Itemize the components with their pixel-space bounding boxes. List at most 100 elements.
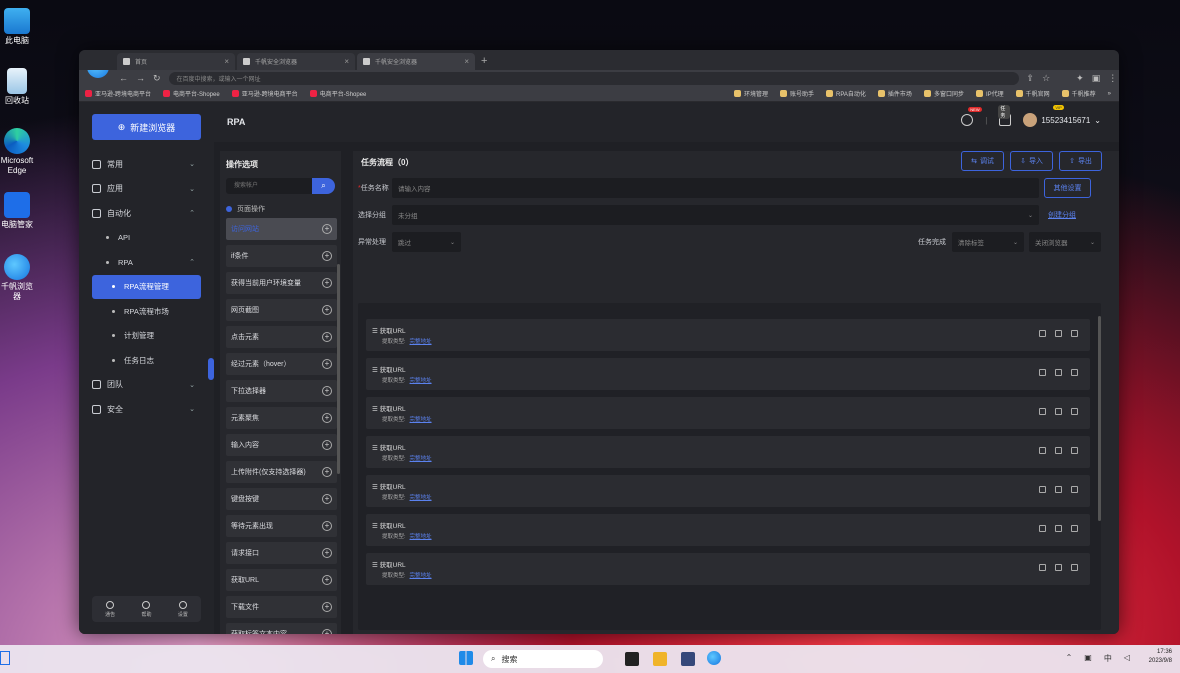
op-item[interactable]: 键盘按键 + bbox=[226, 488, 337, 510]
star-icon[interactable]: ☆ bbox=[1042, 73, 1050, 84]
folder-site[interactable]: 千帆官网 bbox=[1015, 89, 1050, 98]
menu-icon[interactable]: ⋮ bbox=[1108, 73, 1117, 84]
extensions-icon[interactable]: ✦ bbox=[1076, 73, 1084, 84]
copy-icon[interactable] bbox=[1055, 525, 1062, 532]
forward-icon[interactable]: → bbox=[136, 73, 145, 83]
reload-icon[interactable]: ↻ bbox=[153, 73, 161, 84]
qianfan-taskbar-icon[interactable] bbox=[707, 651, 721, 665]
other-settings-button[interactable]: 其他设置 bbox=[1044, 178, 1091, 198]
close-icon[interactable]: × bbox=[224, 57, 229, 66]
sidebar-item-9[interactable]: 团队 ⌄ bbox=[92, 373, 201, 398]
desktop-icon-recycle-bin[interactable]: 回收站 bbox=[0, 68, 34, 106]
copy-icon[interactable] bbox=[1055, 447, 1062, 454]
tab-browser-2[interactable]: 千帆安全浏览器 × bbox=[357, 53, 475, 70]
app-icon[interactable] bbox=[681, 652, 695, 666]
bookmark-shopee-2[interactable]: 电商平台-Shopee bbox=[309, 89, 366, 98]
copy-icon[interactable] bbox=[1055, 564, 1062, 571]
clear-tags-select[interactable]: 清除标签 ⌄ bbox=[952, 232, 1024, 252]
new-browser-button[interactable]: ⊕ 新建浏览器 bbox=[92, 114, 201, 140]
edit-icon[interactable] bbox=[1039, 447, 1046, 454]
folder-icon[interactable] bbox=[653, 652, 667, 666]
edit-icon[interactable] bbox=[1039, 564, 1046, 571]
sidebar-item-1[interactable]: 应用 ⌄ bbox=[92, 177, 201, 202]
op-item[interactable]: 请求接口 + bbox=[226, 542, 337, 564]
export-button[interactable]: ⇧ 导出 bbox=[1059, 151, 1102, 171]
ops-group-header[interactable]: 页面操作 bbox=[220, 194, 341, 218]
flow-step-card[interactable]: ☰ 获取URL 提取类型: 完整地址 bbox=[366, 553, 1090, 585]
close-browser-select[interactable]: 关闭浏览器 ⌄ bbox=[1029, 232, 1101, 252]
op-item[interactable]: 获得当前用户环境变量 + bbox=[226, 272, 337, 294]
sidebar-item-10[interactable]: 安全 ⌄ bbox=[92, 397, 201, 422]
op-item[interactable]: 网页截图 + bbox=[226, 299, 337, 321]
user-menu[interactable]: VIP 15523415671 ⌄ bbox=[1023, 105, 1101, 127]
step-sub-value[interactable]: 完整地址 bbox=[410, 339, 432, 345]
step-sub-value[interactable]: 完整地址 bbox=[410, 417, 432, 423]
sidebar-item-3[interactable]: API bbox=[92, 226, 201, 251]
bookmark-amazon-2[interactable]: 亚马逊-跨境电商平台 bbox=[231, 89, 298, 98]
ops-scrollbar[interactable] bbox=[337, 264, 340, 474]
op-item[interactable]: 下载文件 + bbox=[226, 596, 337, 618]
flow-step-card[interactable]: ☰ 获取URL 提取类型: 完整地址 bbox=[366, 319, 1090, 351]
edit-icon[interactable] bbox=[1039, 525, 1046, 532]
copy-icon[interactable] bbox=[1055, 408, 1062, 415]
add-circle-icon[interactable]: + bbox=[322, 521, 332, 531]
close-icon[interactable]: × bbox=[464, 57, 469, 66]
flow-step-card[interactable]: ☰ 获取URL 提取类型: 完整地址 bbox=[366, 397, 1090, 429]
copy-icon[interactable] bbox=[1055, 330, 1062, 337]
edit-icon[interactable] bbox=[1039, 330, 1046, 337]
taskview-icon[interactable] bbox=[625, 652, 639, 666]
add-circle-icon[interactable]: + bbox=[322, 413, 332, 423]
error-handling-select[interactable]: 跳过 ⌄ bbox=[392, 232, 461, 252]
sidebar-item-7[interactable]: 计划管理 bbox=[92, 324, 201, 349]
import-button[interactable]: ⇩ 导入 bbox=[1010, 151, 1053, 171]
desktop-icon-qianfan[interactable]: 千帆浏览器 bbox=[0, 254, 34, 302]
search-input[interactable] bbox=[226, 178, 312, 194]
flow-step-card[interactable]: ☰ 获取URL 提取类型: 完整地址 bbox=[366, 358, 1090, 390]
op-item[interactable]: 获取标签文本内容 + bbox=[226, 623, 337, 634]
address-input[interactable]: 在百度中搜索，或输入一个网址 bbox=[168, 71, 1019, 85]
add-circle-icon[interactable]: + bbox=[322, 332, 332, 342]
add-circle-icon[interactable]: + bbox=[322, 278, 332, 288]
sidebar-item-2[interactable]: 自动化 ⌃ bbox=[92, 201, 201, 226]
trash-icon[interactable] bbox=[1071, 330, 1078, 337]
folder-sync[interactable]: 多窗口同步 bbox=[923, 89, 964, 98]
step-sub-value[interactable]: 完整地址 bbox=[410, 378, 432, 384]
tab-browser-1[interactable]: 千帆安全浏览器 × bbox=[237, 53, 355, 70]
windows-start-icon[interactable] bbox=[459, 651, 473, 665]
flow-step-card[interactable]: ☰ 获取URL 提取类型: 完整地址 bbox=[366, 475, 1090, 507]
settings-button[interactable]: 设置 bbox=[178, 600, 188, 618]
add-circle-icon[interactable]: + bbox=[322, 575, 332, 585]
bookmark-shopee[interactable]: 电商平台-Shopee bbox=[163, 89, 220, 98]
trash-icon[interactable] bbox=[1071, 564, 1078, 571]
trash-icon[interactable] bbox=[1071, 525, 1078, 532]
step-sub-value[interactable]: 完整地址 bbox=[410, 534, 432, 540]
help-button[interactable]: 帮助 bbox=[141, 600, 152, 618]
op-item[interactable]: 获取URL + bbox=[226, 569, 337, 591]
debug-button[interactable]: ⇆ 调试 bbox=[961, 151, 1004, 171]
step-sub-value[interactable]: 完整地址 bbox=[410, 456, 432, 462]
steps-scrollbar[interactable] bbox=[1098, 316, 1101, 521]
folder-plugins[interactable]: 插件市场 bbox=[877, 89, 912, 98]
op-item[interactable]: 输入内容 + bbox=[226, 434, 337, 456]
op-item[interactable]: 元素聚焦 + bbox=[226, 407, 337, 429]
task-name-input[interactable]: 请输入内容 bbox=[392, 178, 1039, 198]
add-circle-icon[interactable]: + bbox=[322, 224, 332, 234]
bookmark-amazon[interactable]: 亚马逊-跨境电商平台 bbox=[85, 89, 151, 98]
desktop-icon-pc-manager[interactable]: 电脑管家 bbox=[0, 192, 34, 230]
widgets-icon[interactable] bbox=[0, 651, 10, 665]
sidebar-item-4[interactable]: RPA ⌃ bbox=[92, 250, 201, 275]
sidebar-item-5[interactable]: RPA流程管理 bbox=[92, 274, 201, 299]
back-icon[interactable]: ← bbox=[119, 73, 128, 83]
copy-icon[interactable] bbox=[1055, 486, 1062, 493]
task-icon[interactable]: 任务 bbox=[998, 105, 1012, 126]
step-sub-value[interactable]: 完整地址 bbox=[410, 573, 432, 579]
info-icon[interactable]: NEW bbox=[961, 107, 982, 126]
add-circle-icon[interactable]: + bbox=[322, 629, 332, 634]
sidebar-item-6[interactable]: RPA流程市场 bbox=[92, 299, 201, 324]
taskbar-search[interactable]: ⌕ 搜索 bbox=[483, 650, 603, 668]
folder-rpa[interactable]: RPA自动化 bbox=[826, 89, 866, 98]
more-bookmarks-icon[interactable]: » bbox=[1108, 91, 1111, 97]
share-icon[interactable]: ⇪ bbox=[1027, 73, 1035, 84]
trash-icon[interactable] bbox=[1071, 447, 1078, 454]
add-circle-icon[interactable]: + bbox=[322, 467, 332, 477]
